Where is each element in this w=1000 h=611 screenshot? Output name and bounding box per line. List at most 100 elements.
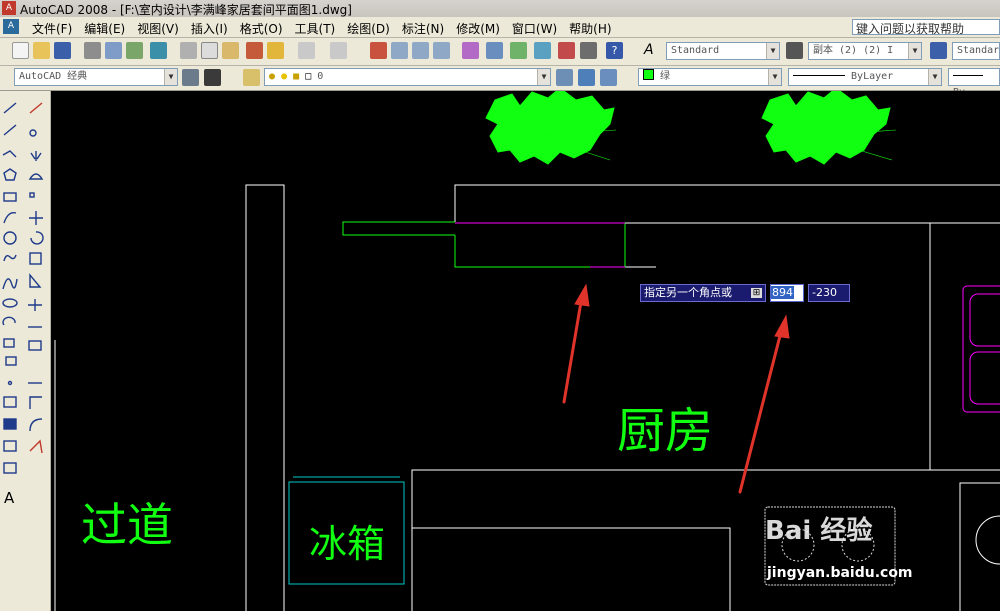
- layer-states-icon[interactable]: [600, 69, 617, 86]
- color-select[interactable]: 绿 ▼: [638, 68, 782, 86]
- calculator-icon[interactable]: [580, 42, 597, 59]
- menu-modify[interactable]: 修改(M): [450, 20, 506, 37]
- construction-line-icon[interactable]: [3, 124, 17, 136]
- help-search-input[interactable]: 键入问题以获取帮助: [852, 19, 1000, 36]
- linetype-select[interactable]: ByLayer ▼: [788, 68, 942, 86]
- open-file-icon[interactable]: [33, 42, 50, 59]
- dim-style-value: 副本 (2) (2) I: [813, 45, 894, 56]
- trim-icon[interactable]: [28, 299, 42, 311]
- chevron-down-icon[interactable]: ▼: [164, 69, 177, 85]
- layer-manager-icon[interactable]: [243, 69, 260, 86]
- document-icon[interactable]: A: [3, 19, 19, 34]
- ellipse-icon[interactable]: [2, 298, 18, 308]
- ellipse-arc-icon[interactable]: [2, 316, 16, 326]
- new-file-icon[interactable]: [12, 42, 29, 59]
- chevron-down-icon[interactable]: ▼: [928, 69, 941, 85]
- redo-icon[interactable]: [330, 42, 347, 59]
- menu-window[interactable]: 窗口(W): [506, 20, 563, 37]
- window-title: AutoCAD 2008 - [F:\室内设计\李满峰家居套间平面图1.dwg]: [20, 3, 352, 17]
- help-icon[interactable]: ?: [606, 42, 623, 59]
- copy-object-icon[interactable]: [29, 129, 37, 137]
- explode-icon[interactable]: [29, 439, 43, 454]
- cut-icon[interactable]: [180, 42, 197, 59]
- polyline-icon[interactable]: [2, 150, 17, 158]
- arc-icon[interactable]: [3, 212, 17, 224]
- line-tool-icon[interactable]: [3, 102, 17, 114]
- my-workspace-icon[interactable]: [204, 69, 221, 86]
- hatch-icon[interactable]: [3, 396, 17, 408]
- table-icon[interactable]: [3, 462, 17, 474]
- circle-icon[interactable]: [3, 231, 17, 245]
- chevron-down-icon[interactable]: ▼: [537, 69, 550, 85]
- workspace-select[interactable]: AutoCAD 经典 ▼: [14, 68, 178, 86]
- region-icon[interactable]: [3, 440, 17, 452]
- table-style-icon[interactable]: [930, 42, 947, 59]
- menu-file[interactable]: 文件(F): [26, 20, 78, 37]
- lineweight-select[interactable]: By: [948, 68, 1000, 98]
- offset-icon[interactable]: [28, 173, 44, 180]
- menu-edit[interactable]: 编辑(E): [78, 20, 131, 37]
- menu-draw[interactable]: 绘图(D): [341, 20, 396, 37]
- markup-icon[interactable]: [558, 42, 575, 59]
- make-block-icon[interactable]: [5, 356, 17, 366]
- plot-preview-icon[interactable]: [105, 42, 122, 59]
- match-properties-icon[interactable]: [246, 42, 263, 59]
- sheet-set-icon[interactable]: [534, 42, 551, 59]
- save-icon[interactable]: [54, 42, 71, 59]
- y-value-input[interactable]: -230: [808, 284, 850, 302]
- pan-icon[interactable]: [370, 42, 387, 59]
- menu-format[interactable]: 格式(O): [234, 20, 289, 37]
- menu-dimension[interactable]: 标注(N): [396, 20, 450, 37]
- properties-icon[interactable]: [462, 42, 479, 59]
- zoom-realtime-icon[interactable]: [391, 42, 408, 59]
- menu-view[interactable]: 视图(V): [131, 20, 185, 37]
- break-icon[interactable]: [28, 340, 42, 351]
- move-icon[interactable]: [29, 211, 43, 225]
- fillet-icon[interactable]: [29, 418, 43, 432]
- revision-cloud-icon[interactable]: [3, 254, 17, 262]
- chevron-down-icon[interactable]: ▼: [908, 43, 921, 59]
- tool-palettes-icon[interactable]: [510, 42, 527, 59]
- gradient-icon[interactable]: [3, 418, 17, 430]
- stretch-icon[interactable]: [29, 273, 42, 288]
- chamfer-icon[interactable]: [29, 396, 42, 409]
- menu-help[interactable]: 帮助(H): [563, 20, 617, 37]
- point-icon[interactable]: [7, 380, 13, 386]
- table-style-select[interactable]: Standar: [952, 42, 1000, 60]
- block-editor-icon[interactable]: [267, 42, 284, 59]
- scale-icon[interactable]: [29, 252, 42, 265]
- 3d-dwf-icon[interactable]: [150, 42, 167, 59]
- publish-icon[interactable]: [126, 42, 143, 59]
- lock-icon: ■: [293, 71, 300, 82]
- multiline-text-icon[interactable]: A: [4, 489, 15, 507]
- menu-tools[interactable]: 工具(T): [289, 20, 342, 37]
- erase-icon[interactable]: [29, 102, 43, 114]
- design-center-icon[interactable]: [486, 42, 503, 59]
- layer-previous-icon[interactable]: [578, 69, 595, 86]
- chevron-down-icon[interactable]: ▼: [768, 69, 781, 85]
- chevron-down-icon[interactable]: ▼: [766, 43, 779, 59]
- text-style-select[interactable]: Standard ▼: [666, 42, 780, 60]
- print-icon[interactable]: [84, 42, 101, 59]
- insert-block-icon[interactable]: [3, 338, 15, 348]
- options-down-icon[interactable]: ⊞: [751, 288, 762, 298]
- undo-icon[interactable]: [298, 42, 315, 59]
- polygon-icon[interactable]: [3, 168, 17, 181]
- zoom-window-icon[interactable]: [412, 42, 429, 59]
- dim-style-select[interactable]: 副本 (2) (2) I ▼: [808, 42, 922, 60]
- rotate-icon[interactable]: [30, 231, 44, 245]
- workspace-settings-icon[interactable]: [182, 69, 199, 86]
- spline-icon[interactable]: [2, 278, 18, 290]
- text-style-icon[interactable]: A: [644, 42, 661, 59]
- paste-icon[interactable]: [222, 42, 239, 59]
- zoom-previous-icon[interactable]: [433, 42, 450, 59]
- rectangle-icon[interactable]: [3, 192, 17, 202]
- mirror-icon[interactable]: [30, 151, 42, 161]
- dim-style-icon[interactable]: [786, 42, 803, 59]
- make-current-layer-icon[interactable]: [556, 69, 573, 86]
- x-value-input[interactable]: 894: [770, 284, 804, 302]
- array-icon[interactable]: [29, 192, 35, 198]
- menu-insert[interactable]: 插入(I): [185, 20, 234, 37]
- copy-icon[interactable]: [201, 42, 218, 59]
- layer-select[interactable]: ● ● ■ □ 0 ▼: [264, 68, 551, 86]
